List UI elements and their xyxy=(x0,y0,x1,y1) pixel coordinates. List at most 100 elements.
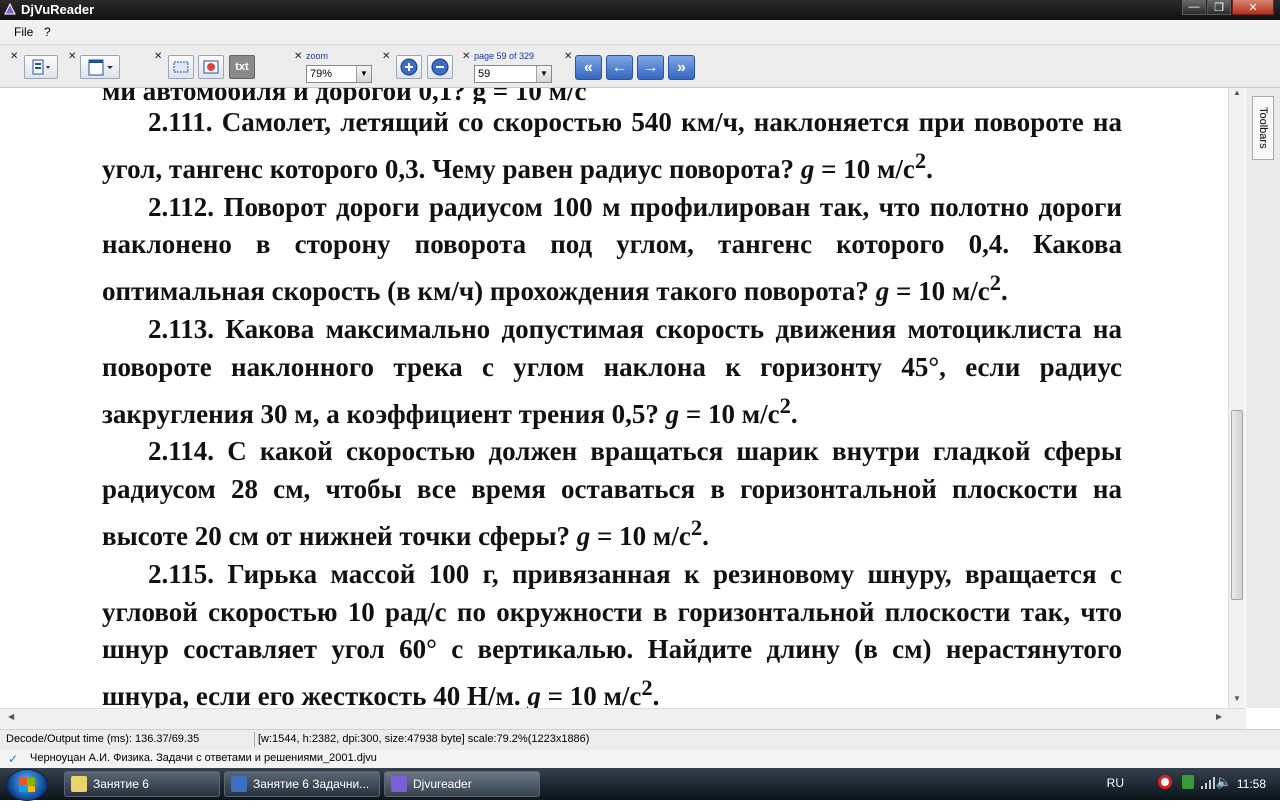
language-indicator[interactable]: RU xyxy=(1107,776,1124,790)
previous-page-button[interactable]: ← xyxy=(606,55,633,80)
problem-number: 2.112. xyxy=(148,191,215,222)
opera-icon[interactable] xyxy=(1158,775,1172,789)
next-page-button[interactable]: → xyxy=(637,55,664,80)
volume-icon[interactable]: 🔈 xyxy=(1216,774,1232,790)
folder-icon xyxy=(71,776,87,792)
vertical-scrollbar[interactable]: ▲ ▼ xyxy=(1228,88,1245,708)
toolbars-side-panel: Toolbars xyxy=(1246,88,1280,708)
problem-tail: = 10 м/с xyxy=(590,520,691,551)
problem-end: . xyxy=(702,520,709,551)
toolbars-tab[interactable]: Toolbars xyxy=(1252,96,1274,160)
restore-icon: ❐ xyxy=(1214,1,1224,14)
zoom-out-button[interactable] xyxy=(427,55,453,79)
text-mode-label: txt xyxy=(235,61,249,73)
close-button[interactable]: ✕ xyxy=(1232,0,1274,15)
task-label: Занятие 6 xyxy=(93,777,149,791)
page-icon xyxy=(88,59,113,76)
scroll-up-icon[interactable]: ▲ xyxy=(1229,88,1245,102)
clock[interactable]: 11:58 xyxy=(1237,777,1266,791)
djvu-app-icon xyxy=(4,2,16,15)
left-arrow-icon: ← xyxy=(611,58,628,76)
problem-end: . xyxy=(1000,276,1008,307)
problem-g: g xyxy=(875,276,890,307)
scrollbar-thumb[interactable] xyxy=(1231,410,1243,600)
right-arrow-icon: → xyxy=(642,58,659,76)
select-region-button[interactable] xyxy=(168,55,194,79)
open-files-bar: ✓ Черноуцан А.И. Физика. Задачи с ответа… xyxy=(0,750,1280,768)
problem-sup: 2 xyxy=(690,514,703,540)
toolbar-close-icon[interactable]: ✕ xyxy=(462,51,470,62)
zoom-label: zoom xyxy=(306,51,329,61)
zoom-value: 79% xyxy=(310,68,333,80)
page-value: 59 xyxy=(478,68,491,80)
minimize-button[interactable]: — xyxy=(1182,0,1206,15)
taskbar-item-zanyatie6[interactable]: Занятие 6 xyxy=(64,771,220,797)
maximize-button[interactable]: ❐ xyxy=(1207,0,1231,15)
scroll-left-icon[interactable]: ◀ xyxy=(8,712,14,721)
problem-sup: 2 xyxy=(641,675,653,701)
scroll-down-icon[interactable]: ▼ xyxy=(1229,694,1245,708)
last-page-button[interactable]: » xyxy=(668,55,695,80)
start-button[interactable] xyxy=(6,769,48,801)
toolbar-close-icon[interactable]: ✕ xyxy=(294,51,302,62)
problem-g: g xyxy=(527,681,541,708)
image-button[interactable] xyxy=(198,55,224,79)
window-title: DjVuReader xyxy=(21,2,95,17)
double-right-arrow-icon: » xyxy=(677,58,686,76)
menu-bar: File ? xyxy=(0,20,1280,45)
zoom-select[interactable]: 79% ▼ xyxy=(306,65,372,83)
document-icon xyxy=(231,776,247,792)
taskbar: Занятие 6 Занятие 6 Задачни... Djvureade… xyxy=(0,768,1280,801)
status-bar: Decode/Output time (ms): 136.37/69.35 [w… xyxy=(0,729,1280,750)
problem-2-112: 2.112. Поворот дороги радиусом 100 м про… xyxy=(102,189,1122,311)
problem-number: 2.113. xyxy=(148,313,215,344)
close-icon: ✕ xyxy=(1248,1,1258,14)
view-mode-button[interactable] xyxy=(24,55,58,79)
toolbar-close-icon[interactable]: ✕ xyxy=(10,51,18,62)
windows-logo-icon xyxy=(19,778,35,792)
problem-2-114: 2.114. С какой скоростью должен вращатьс… xyxy=(102,433,1122,555)
problem-end: . xyxy=(926,153,933,184)
minimize-icon: — xyxy=(1188,1,1200,13)
taskbar-item-djvureader[interactable]: Djvureader xyxy=(384,771,540,797)
problem-tail: = 10 м/с xyxy=(540,681,642,708)
problem-tail: = 10 м/с xyxy=(889,276,990,307)
menu-file[interactable]: File xyxy=(14,25,33,39)
problem-tail: = 10 м/с xyxy=(679,398,780,429)
open-file-tab[interactable]: Черноуцан А.И. Физика. Задачи с ответами… xyxy=(30,752,377,764)
problem-sup: 2 xyxy=(914,147,927,173)
zoom-in-icon xyxy=(400,58,418,76)
text-mode-button[interactable]: txt xyxy=(229,55,255,79)
toolbar-close-icon[interactable]: ✕ xyxy=(382,51,390,62)
first-page-button[interactable]: « xyxy=(575,55,602,80)
horizontal-scrollbar[interactable]: ◀ ▶ xyxy=(0,708,1246,729)
title-bar: DjVuReader — ❐ ✕ xyxy=(0,0,1280,20)
task-label: Djvureader xyxy=(413,777,472,791)
toolbar-close-icon[interactable]: ✕ xyxy=(68,51,76,62)
chevron-down-icon[interactable]: ▼ xyxy=(536,66,551,82)
taskbar-item-zadachnik[interactable]: Занятие 6 Задачни... xyxy=(224,771,380,797)
toolbar-close-icon[interactable]: ✕ xyxy=(564,51,572,62)
status-divider xyxy=(254,732,255,747)
problem-sup: 2 xyxy=(779,392,791,418)
zoom-in-button[interactable] xyxy=(396,55,422,79)
layout-icon xyxy=(32,59,50,75)
scroll-right-icon[interactable]: ▶ xyxy=(1216,712,1222,721)
toolbar-close-icon[interactable]: ✕ xyxy=(154,51,162,62)
page-select[interactable]: 59 ▼ xyxy=(474,65,552,83)
chevron-down-icon[interactable]: ▼ xyxy=(356,66,371,82)
problem-2-111: 2.111. Самолет, летящий со скоростью 540… xyxy=(102,104,1122,189)
page-info: [w:1544, h:2382, dpi:300, size:47938 byt… xyxy=(258,733,590,745)
decode-time: Decode/Output time (ms): 136.37/69.35 xyxy=(6,733,200,745)
problem-text: Какова максимально допустимая скорость д… xyxy=(102,313,1122,429)
problem-number: 2.114. xyxy=(148,436,215,467)
network-signal-icon[interactable] xyxy=(1200,776,1216,790)
document-page: ми автомобиля и дорогой 0,1? g = 10 м/с … xyxy=(102,88,1122,708)
picture-icon xyxy=(203,60,219,74)
tray-app-icon[interactable] xyxy=(1182,775,1194,789)
document-view[interactable]: ми автомобиля и дорогой 0,1? g = 10 м/с … xyxy=(0,88,1246,708)
page-layout-button[interactable] xyxy=(80,55,120,79)
checkmark-icon: ✓ xyxy=(8,752,19,766)
problem-end: . xyxy=(652,681,660,708)
menu-help[interactable]: ? xyxy=(44,25,51,39)
